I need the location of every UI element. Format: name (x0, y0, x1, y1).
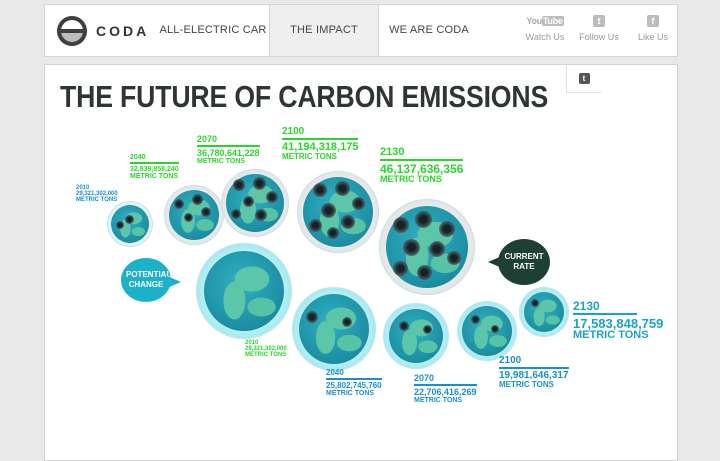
watch-us-label: Watch Us (525, 32, 565, 42)
nav-we-are-coda[interactable]: WE ARE CODA (379, 5, 479, 56)
top-navigation-bar: CODA ALL-ELECTRIC CAR THE IMPACT WE ARE … (44, 4, 678, 57)
current-rate-callout: CURRENT RATE (488, 239, 550, 285)
earth-potential-2010 (196, 243, 292, 339)
earth-potential-2130 (519, 287, 569, 337)
potential-2010-label: 2010 29,321,302,000 METRIC TONS (245, 340, 287, 359)
earth-current-2070 (221, 169, 289, 237)
earth-current-2100 (297, 171, 379, 253)
earth-current-2010 (107, 201, 153, 247)
earth-current-2040 (164, 185, 224, 245)
facebook-icon: f (631, 15, 675, 29)
current-rate-label: CURRENT RATE (504, 252, 544, 271)
twitter-icon: t (577, 15, 621, 29)
youtube-icon: YouTube (526, 16, 564, 26)
current-2130-label: 2130 46,137,636,356 METRIC TONS (380, 146, 464, 185)
nav-the-impact[interactable]: THE IMPACT (269, 5, 379, 56)
tweet-share-button[interactable]: t (566, 65, 601, 93)
current-2100-label: 2100 41,194,318,175 METRIC TONS (282, 126, 359, 162)
earth-potential-2100 (457, 301, 517, 361)
earth-potential-2040 (292, 287, 376, 371)
current-2070-label: 2070 36,780,641,228 METRIC TONS (197, 134, 260, 166)
brand-name[interactable]: CODA (96, 23, 149, 39)
nav-all-electric-car[interactable]: ALL-ELECTRIC CAR (157, 5, 269, 56)
potential-2100-label: 2100 19,981,646,317 METRIC TONS (499, 355, 569, 390)
social-facebook-link[interactable]: f Like Us (631, 15, 675, 42)
current-2040-label: 2040 32,839,858,240 METRIC TONS (130, 154, 179, 181)
current-2010-label: 2010 29,321,302,000 METRIC TONS (76, 185, 118, 204)
like-us-label: Like Us (637, 32, 668, 42)
social-youtube-link[interactable]: YouTube Watch Us (523, 15, 567, 42)
coda-logo-icon[interactable] (57, 16, 87, 46)
potential-change-label: POTENTIAL CHANGE (126, 270, 172, 289)
potential-2070-label: 2070 22,706,416,269 METRIC TONS (414, 373, 477, 405)
potential-2130-label: 2130 17,583,848,759 METRIC TONS (573, 299, 664, 342)
potential-change-callout: POTENTIAL CHANGE (121, 258, 181, 302)
social-twitter-link[interactable]: t Follow Us (577, 15, 621, 42)
infographic-panel: THE FUTURE OF CARBON EMISSIONS t POTENTI… (44, 64, 678, 461)
potential-2040-label: 2040 25,802,745,760 METRIC TONS (326, 368, 382, 398)
twitter-icon: t (578, 73, 590, 84)
page-title: THE FUTURE OF CARBON EMISSIONS (60, 79, 549, 114)
earth-current-2130 (379, 199, 475, 295)
earth-potential-2070 (383, 303, 449, 369)
follow-us-label: Follow Us (579, 32, 619, 42)
